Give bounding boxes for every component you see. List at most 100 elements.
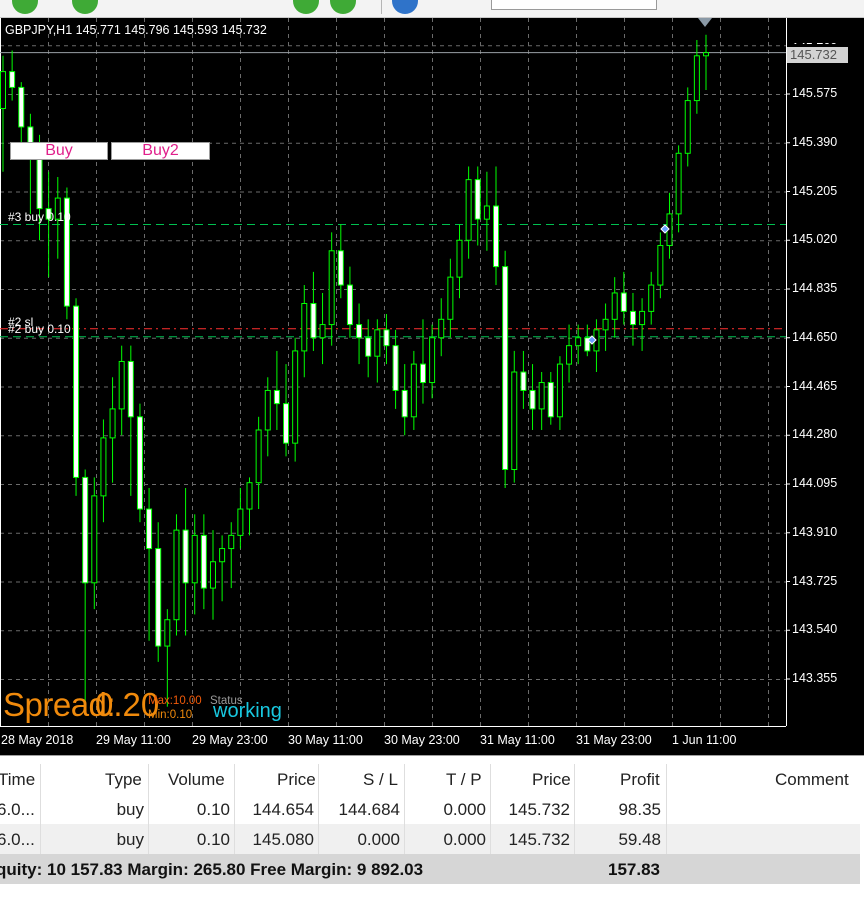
buy-button[interactable]: Buy: [10, 142, 108, 160]
table-cell-volume: 0.10: [196, 800, 230, 819]
column-divider: [40, 764, 41, 854]
candle-bull: [374, 329, 381, 357]
candle-bull: [410, 363, 417, 418]
candle-bull: [675, 152, 682, 215]
candle-bull: [575, 337, 582, 347]
candle-bull: [538, 382, 545, 410]
candle-bull: [100, 437, 107, 497]
order-2-label: #2 buy 0.10: [8, 322, 71, 336]
candle-bear: [474, 179, 481, 220]
time-axis-label: 31 May 23:00: [576, 733, 652, 747]
column-divider: [318, 764, 319, 854]
candle-bull: [566, 345, 573, 365]
candle-bull: [684, 100, 691, 154]
toolbar-green-icon[interactable]: [72, 0, 98, 14]
buy2-button[interactable]: Buy2: [111, 142, 210, 160]
candle-bear: [36, 158, 43, 210]
candle-bear: [547, 382, 554, 418]
candle-bear: [337, 250, 344, 286]
column-header[interactable]: Price: [532, 770, 571, 790]
time-axis-label: 31 May 11:00: [480, 733, 555, 747]
candle-bear: [346, 284, 353, 326]
candle-bull: [693, 55, 700, 102]
price-level-label: 145.020: [792, 232, 838, 247]
column-divider: [574, 764, 575, 854]
toolbar-green-icon[interactable]: [12, 0, 38, 14]
max-label: Max:10.00: [148, 695, 202, 707]
candle-bear: [82, 476, 89, 584]
table-cell-type: buy: [116, 830, 144, 849]
table-cell-profit: 98.35: [618, 800, 661, 819]
candle-bull: [602, 318, 609, 331]
candle-bull: [246, 482, 253, 510]
candle-bull: [209, 561, 216, 589]
candle-bear: [146, 508, 153, 550]
candle-bear: [502, 266, 509, 471]
price-level-label: 144.280: [792, 427, 838, 442]
column-header[interactable]: Price: [277, 770, 316, 790]
candle-bull: [118, 360, 125, 410]
time-axis-label: 30 May 23:00: [384, 733, 460, 747]
column-header[interactable]: T / P: [446, 770, 482, 790]
candle-bear: [273, 389, 280, 405]
price-level-label: 145.390: [792, 134, 838, 149]
column-header[interactable]: Time: [0, 770, 35, 790]
trade-panel: Time Type Volume Price S / L T / P Price Profit…: [0, 755, 864, 900]
candle-bear: [356, 324, 363, 339]
candle-bear: [310, 302, 317, 339]
current-price-label: 145.732: [787, 47, 848, 63]
column-header[interactable]: Volume: [168, 770, 225, 790]
ea-status-label: working: [213, 700, 282, 722]
toolbar-input[interactable]: [491, 0, 657, 10]
toolbar-green-icon[interactable]: [330, 0, 356, 14]
price-level-label: 143.540: [792, 622, 838, 637]
candle-bull: [611, 292, 618, 320]
candle-bull: [219, 548, 226, 563]
candle-bull: [657, 245, 664, 286]
column-header[interactable]: Comment: [775, 770, 849, 790]
candle-bull: [465, 179, 472, 241]
chart-canvas: [0, 18, 790, 727]
toolbar-green-icon[interactable]: [293, 0, 319, 14]
price-level-label: 144.465: [792, 378, 838, 393]
column-header[interactable]: S / L: [363, 770, 398, 790]
candle-bull: [556, 363, 563, 418]
table-cell-price: 145.080: [252, 830, 314, 849]
candle-bull: [109, 408, 116, 439]
candle-bull: [301, 302, 308, 352]
candle-bear: [520, 371, 527, 391]
toolbar: [0, 0, 864, 18]
candle-bear: [73, 305, 80, 478]
candle-bull: [429, 337, 436, 384]
candle-bear: [127, 360, 134, 418]
candle-bull: [483, 205, 490, 220]
candle-bull: [319, 324, 326, 339]
candle-bear: [493, 205, 500, 268]
candle-bull: [328, 250, 335, 326]
candle-bear: [155, 548, 162, 647]
column-header[interactable]: Profit: [620, 770, 660, 790]
candle-bear: [365, 337, 372, 357]
candle-bull: [228, 534, 235, 550]
candle-bear: [419, 363, 426, 384]
candle-bear: [182, 529, 189, 584]
column-divider: [666, 764, 667, 854]
table-cell-cur_price: 145.732: [508, 800, 570, 819]
price-chart[interactable]: GBPJPY,H1 145.771 145.796 145.593 145.73…: [0, 18, 864, 755]
candle-bull: [164, 619, 171, 647]
column-header[interactable]: Type: [105, 770, 142, 790]
table-cell-tp: 0.000: [443, 800, 486, 819]
table-cell-type: buy: [116, 800, 144, 819]
candle-bear: [200, 534, 207, 589]
column-divider: [234, 764, 235, 854]
price-level-label: 144.095: [792, 476, 838, 490]
time-axis-label: 29 May 23:00: [192, 733, 268, 747]
chart-title: GBPJPY,H1 145.771 145.796 145.593 145.73…: [5, 23, 267, 37]
toolbar-blue-icon[interactable]: [392, 0, 418, 14]
price-level-label: 145.575: [792, 86, 838, 100]
candle-bull: [0, 71, 6, 109]
order-3-label: #3 buy 0.10: [8, 210, 71, 224]
candle-bear: [136, 416, 143, 510]
candle-bull: [292, 350, 299, 444]
candle-bear: [401, 389, 408, 418]
